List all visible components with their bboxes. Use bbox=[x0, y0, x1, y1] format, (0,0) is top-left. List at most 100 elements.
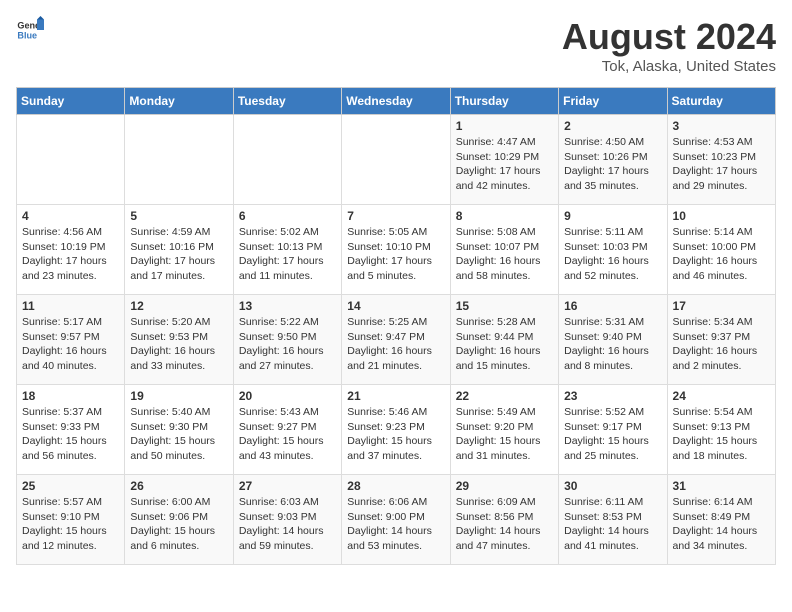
day-info: Sunrise: 4:59 AM Sunset: 10:16 PM Daylig… bbox=[130, 225, 227, 284]
day-number: 8 bbox=[456, 209, 553, 223]
day-number: 17 bbox=[673, 299, 770, 313]
day-info: Sunrise: 5:37 AM Sunset: 9:33 PM Dayligh… bbox=[22, 405, 119, 464]
day-cell: 19 Sunrise: 5:40 AM Sunset: 9:30 PM Dayli… bbox=[125, 385, 233, 475]
day-info: Sunrise: 6:06 AM Sunset: 9:00 PM Dayligh… bbox=[347, 495, 444, 554]
svg-text:Blue: Blue bbox=[17, 30, 37, 40]
day-number: 2 bbox=[564, 119, 661, 133]
day-number: 3 bbox=[673, 119, 770, 133]
day-cell bbox=[125, 115, 233, 205]
day-cell bbox=[233, 115, 341, 205]
week-row-4: 18 Sunrise: 5:37 AM Sunset: 9:33 PM Dayli… bbox=[17, 385, 776, 475]
calendar-header: SundayMondayTuesdayWednesdayThursdayFrid… bbox=[17, 88, 776, 115]
day-number: 30 bbox=[564, 479, 661, 493]
day-number: 4 bbox=[22, 209, 119, 223]
day-info: Sunrise: 6:14 AM Sunset: 8:49 PM Dayligh… bbox=[673, 495, 770, 554]
day-cell: 18 Sunrise: 5:37 AM Sunset: 9:33 PM Dayli… bbox=[17, 385, 125, 475]
day-cell: 29 Sunrise: 6:09 AM Sunset: 8:56 PM Dayli… bbox=[450, 475, 558, 565]
page-header: General Blue August 2024 Tok, Alaska, Un… bbox=[16, 16, 776, 75]
day-number: 10 bbox=[673, 209, 770, 223]
day-number: 12 bbox=[130, 299, 227, 313]
day-number: 18 bbox=[22, 389, 119, 403]
day-info: Sunrise: 5:34 AM Sunset: 9:37 PM Dayligh… bbox=[673, 315, 770, 374]
column-header-saturday: Saturday bbox=[667, 88, 775, 115]
week-row-5: 25 Sunrise: 5:57 AM Sunset: 9:10 PM Dayli… bbox=[17, 475, 776, 565]
day-cell: 31 Sunrise: 6:14 AM Sunset: 8:49 PM Dayli… bbox=[667, 475, 775, 565]
day-info: Sunrise: 4:56 AM Sunset: 10:19 PM Daylig… bbox=[22, 225, 119, 284]
day-info: Sunrise: 6:03 AM Sunset: 9:03 PM Dayligh… bbox=[239, 495, 336, 554]
week-row-3: 11Sunrise: 5:17 AM Sunset: 9:57 PM Dayli… bbox=[17, 295, 776, 385]
day-cell: 16Sunrise: 5:31 AM Sunset: 9:40 PM Dayli… bbox=[559, 295, 667, 385]
week-row-1: 1 Sunrise: 4:47 AM Sunset: 10:29 PM Dayli… bbox=[17, 115, 776, 205]
day-info: Sunrise: 6:00 AM Sunset: 9:06 PM Dayligh… bbox=[130, 495, 227, 554]
day-info: Sunrise: 5:49 AM Sunset: 9:20 PM Dayligh… bbox=[456, 405, 553, 464]
day-cell: 2Sunrise: 4:50 AM Sunset: 10:26 PM Dayli… bbox=[559, 115, 667, 205]
day-number: 29 bbox=[456, 479, 553, 493]
column-header-sunday: Sunday bbox=[17, 88, 125, 115]
day-number: 6 bbox=[239, 209, 336, 223]
day-number: 28 bbox=[347, 479, 444, 493]
day-number: 23 bbox=[564, 389, 661, 403]
day-cell: 5 Sunrise: 4:59 AM Sunset: 10:16 PM Dayli… bbox=[125, 205, 233, 295]
day-cell: 28 Sunrise: 6:06 AM Sunset: 9:00 PM Dayli… bbox=[342, 475, 450, 565]
column-header-thursday: Thursday bbox=[450, 88, 558, 115]
main-title: August 2024 bbox=[562, 16, 776, 58]
day-number: 27 bbox=[239, 479, 336, 493]
day-info: Sunrise: 6:11 AM Sunset: 8:53 PM Dayligh… bbox=[564, 495, 661, 554]
day-info: Sunrise: 5:52 AM Sunset: 9:17 PM Dayligh… bbox=[564, 405, 661, 464]
day-cell: 1 Sunrise: 4:47 AM Sunset: 10:29 PM Dayli… bbox=[450, 115, 558, 205]
day-number: 26 bbox=[130, 479, 227, 493]
day-info: Sunrise: 5:28 AM Sunset: 9:44 PM Dayligh… bbox=[456, 315, 553, 374]
column-header-tuesday: Tuesday bbox=[233, 88, 341, 115]
calendar-body: 1 Sunrise: 4:47 AM Sunset: 10:29 PM Dayli… bbox=[17, 115, 776, 565]
header-row: SundayMondayTuesdayWednesdayThursdayFrid… bbox=[17, 88, 776, 115]
day-cell: 27 Sunrise: 6:03 AM Sunset: 9:03 PM Dayli… bbox=[233, 475, 341, 565]
logo: General Blue bbox=[16, 16, 44, 44]
day-info: Sunrise: 5:57 AM Sunset: 9:10 PM Dayligh… bbox=[22, 495, 119, 554]
column-header-friday: Friday bbox=[559, 88, 667, 115]
day-number: 24 bbox=[673, 389, 770, 403]
logo-icon: General Blue bbox=[16, 16, 44, 44]
day-cell: 17 Sunrise: 5:34 AM Sunset: 9:37 PM Dayli… bbox=[667, 295, 775, 385]
day-cell: 8 Sunrise: 5:08 AM Sunset: 10:07 PM Dayli… bbox=[450, 205, 558, 295]
day-info: Sunrise: 6:09 AM Sunset: 8:56 PM Dayligh… bbox=[456, 495, 553, 554]
day-cell: 3 Sunrise: 4:53 AM Sunset: 10:23 PM Dayli… bbox=[667, 115, 775, 205]
day-number: 7 bbox=[347, 209, 444, 223]
day-info: Sunrise: 5:25 AM Sunset: 9:47 PM Dayligh… bbox=[347, 315, 444, 374]
week-row-2: 4 Sunrise: 4:56 AM Sunset: 10:19 PM Dayli… bbox=[17, 205, 776, 295]
day-number: 11 bbox=[22, 299, 119, 313]
day-info: Sunrise: 5:54 AM Sunset: 9:13 PM Dayligh… bbox=[673, 405, 770, 464]
day-cell: 21Sunrise: 5:46 AM Sunset: 9:23 PM Dayli… bbox=[342, 385, 450, 475]
day-number: 9 bbox=[564, 209, 661, 223]
day-number: 22 bbox=[456, 389, 553, 403]
day-cell bbox=[17, 115, 125, 205]
day-cell: 24 Sunrise: 5:54 AM Sunset: 9:13 PM Dayli… bbox=[667, 385, 775, 475]
day-number: 14 bbox=[347, 299, 444, 313]
day-info: Sunrise: 4:53 AM Sunset: 10:23 PM Daylig… bbox=[673, 135, 770, 194]
day-number: 1 bbox=[456, 119, 553, 133]
day-info: Sunrise: 5:08 AM Sunset: 10:07 PM Daylig… bbox=[456, 225, 553, 284]
day-number: 31 bbox=[673, 479, 770, 493]
day-info: Sunrise: 5:46 AM Sunset: 9:23 PM Dayligh… bbox=[347, 405, 444, 464]
column-header-wednesday: Wednesday bbox=[342, 88, 450, 115]
day-info: Sunrise: 4:47 AM Sunset: 10:29 PM Daylig… bbox=[456, 135, 553, 194]
day-cell: 15 Sunrise: 5:28 AM Sunset: 9:44 PM Dayli… bbox=[450, 295, 558, 385]
day-cell: 12 Sunrise: 5:20 AM Sunset: 9:53 PM Dayli… bbox=[125, 295, 233, 385]
day-number: 15 bbox=[456, 299, 553, 313]
day-info: Sunrise: 5:22 AM Sunset: 9:50 PM Dayligh… bbox=[239, 315, 336, 374]
day-info: Sunrise: 5:11 AM Sunset: 10:03 PM Daylig… bbox=[564, 225, 661, 284]
day-info: Sunrise: 5:43 AM Sunset: 9:27 PM Dayligh… bbox=[239, 405, 336, 464]
day-info: Sunrise: 5:40 AM Sunset: 9:30 PM Dayligh… bbox=[130, 405, 227, 464]
day-cell: 13 Sunrise: 5:22 AM Sunset: 9:50 PM Dayli… bbox=[233, 295, 341, 385]
day-cell: 25 Sunrise: 5:57 AM Sunset: 9:10 PM Dayli… bbox=[17, 475, 125, 565]
day-number: 13 bbox=[239, 299, 336, 313]
day-info: Sunrise: 5:20 AM Sunset: 9:53 PM Dayligh… bbox=[130, 315, 227, 374]
day-cell: 22 Sunrise: 5:49 AM Sunset: 9:20 PM Dayli… bbox=[450, 385, 558, 475]
column-header-monday: Monday bbox=[125, 88, 233, 115]
day-cell: 30 Sunrise: 6:11 AM Sunset: 8:53 PM Dayli… bbox=[559, 475, 667, 565]
day-number: 25 bbox=[22, 479, 119, 493]
day-number: 20 bbox=[239, 389, 336, 403]
day-number: 19 bbox=[130, 389, 227, 403]
day-cell: 10Sunrise: 5:14 AM Sunset: 10:00 PM Dayl… bbox=[667, 205, 775, 295]
day-number: 5 bbox=[130, 209, 227, 223]
day-cell: 26 Sunrise: 6:00 AM Sunset: 9:06 PM Dayli… bbox=[125, 475, 233, 565]
